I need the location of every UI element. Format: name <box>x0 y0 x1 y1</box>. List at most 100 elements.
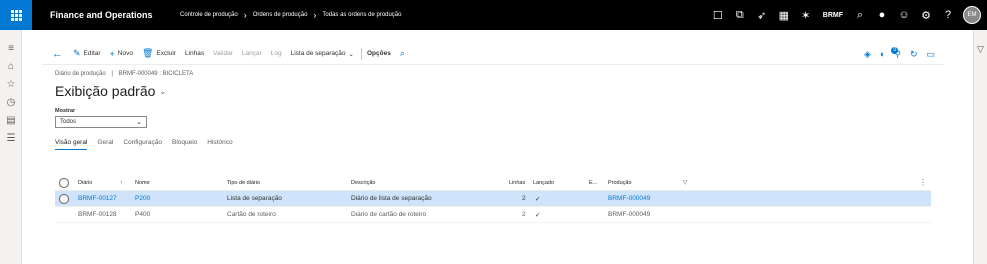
column-header-production[interactable]: Produção <box>608 180 632 186</box>
diamond-icon[interactable]: ◈ <box>864 49 871 60</box>
tab-overview[interactable]: Visão geral <box>55 139 88 150</box>
picking-list-menu[interactable]: Lista de separação ⌄ <box>291 50 354 58</box>
plus-icon: + <box>109 48 115 59</box>
right-filter-panel: ▽ <box>973 30 987 264</box>
cell-posted-check: ✓ <box>535 211 541 219</box>
main-content: Diário de produção | BRMF-000049 : BICIC… <box>55 71 935 150</box>
waffle-icon <box>10 9 22 21</box>
attachments-icon[interactable]: 0 ⚲ <box>891 46 901 60</box>
star-icon[interactable]: ☆ <box>0 75 22 93</box>
chevron-right-icon: › <box>313 10 317 20</box>
help-icon[interactable]: ? <box>937 0 959 30</box>
cell-production[interactable]: BRMF-000049 <box>608 195 650 202</box>
cell-description: Diário de lista de separação <box>351 195 432 202</box>
left-navigation: ≡ ⌂ ☆ ◷ ▤ ☰ <box>0 30 22 264</box>
tab-history[interactable]: Histórico <box>207 139 232 150</box>
cell-posted-check: ✓ <box>535 195 541 203</box>
gear-icon[interactable]: ⚙ <box>915 0 937 30</box>
office-icon[interactable]: ◐ <box>880 49 885 59</box>
options-button[interactable]: Opções <box>367 50 391 57</box>
show-filter-select[interactable]: Todos ⌄ <box>55 116 147 128</box>
chevron-right-icon: › <box>243 10 247 20</box>
column-header-type[interactable]: Tipo de diário <box>227 180 260 186</box>
screen-share-icon[interactable]: ⧉ <box>729 0 751 30</box>
log-button[interactable]: Log <box>271 50 282 57</box>
chevron-down-icon: ⌄ <box>136 119 142 126</box>
tab-list: Visão geral Geral Configuração Bloqueio … <box>55 139 935 150</box>
filter-icon[interactable]: ▽ <box>977 44 984 264</box>
rocket-icon[interactable]: ➶ <box>751 0 773 30</box>
modules-list-icon[interactable]: ☰ <box>0 129 22 147</box>
workspace-icon[interactable]: ▤ <box>0 111 22 129</box>
row-select-radio[interactable] <box>59 193 69 204</box>
pencil-icon: ✎ <box>73 48 81 58</box>
tab-general[interactable]: Geral <box>97 139 113 150</box>
delete-button[interactable]: 🗑 Excluir <box>142 48 176 59</box>
search-icon: ⌕ <box>399 48 405 58</box>
edit-button[interactable]: ✎ Editar <box>73 48 101 59</box>
more-options-icon[interactable]: ⋮ <box>919 178 927 187</box>
cell-description: Diário de cartão de roteiro <box>351 211 427 218</box>
square-icon[interactable]: ☐ <box>707 0 729 30</box>
column-filter-icon[interactable]: ▽ <box>683 180 687 186</box>
cell-lines: 2 <box>522 211 526 218</box>
column-header-posted[interactable]: Lançado <box>533 180 554 186</box>
top-bar-icons: ☐ ⧉ ➶ ▦ ✶ BRMF ⌕ ● ☺ ⚙ ? EM <box>707 0 987 30</box>
grid-header: Diário ↑ Nome Tipo de diário Descrição L… <box>55 175 931 191</box>
chevron-down-icon: ⌄ <box>159 86 167 96</box>
page-title: Exibição padrão <box>55 83 156 99</box>
cell-journal[interactable]: BRMF-00127 <box>78 195 117 202</box>
caption: Diário de produção | BRMF-000049 : BICIC… <box>55 71 194 77</box>
breadcrumb-item[interactable]: Controle de produção <box>180 12 238 18</box>
column-header-journal[interactable]: Diário <box>78 180 92 186</box>
company-picker[interactable]: BRMF <box>823 12 843 19</box>
table-row[interactable]: BRMF-00128 P400 Cartão de roteiro Diário… <box>55 207 931 223</box>
new-button[interactable]: + Novo <box>110 49 133 59</box>
view-selector[interactable]: Exibição padrão ⌄ <box>55 83 935 99</box>
action-pane-right-icons: ◈ ◐ 0 ⚲ ↻ ▭ <box>855 43 935 65</box>
chevron-down-icon: ⌄ <box>348 50 354 58</box>
notifications-icon[interactable]: ● <box>871 0 893 30</box>
breadcrumb-item[interactable]: Ordens de produção <box>253 12 308 18</box>
search-button[interactable]: ⌕ <box>400 48 408 59</box>
magic-wand-icon[interactable]: ✶ <box>795 0 817 30</box>
app-launcher-button[interactable] <box>0 0 32 30</box>
app-title[interactable]: Finance and Operations <box>50 10 180 20</box>
smiley-icon[interactable]: ☺ <box>893 0 915 30</box>
column-header-name[interactable]: Nome <box>135 180 150 186</box>
cell-journal[interactable]: BRMF-00128 <box>78 211 117 218</box>
breadcrumb-item[interactable]: Todas as ordens de produção <box>322 12 401 18</box>
lines-button[interactable]: Linhas <box>185 50 204 57</box>
show-filter-label: Mostrar <box>55 108 76 114</box>
divider <box>360 47 362 60</box>
select-all-radio[interactable] <box>59 177 69 188</box>
trash-icon: 🗑 <box>141 48 154 58</box>
validate-button[interactable]: Validar <box>213 50 233 57</box>
tab-setup[interactable]: Configuração <box>123 139 162 150</box>
table-row[interactable]: BRMF-00127 P200 Lista de separação Diári… <box>55 191 931 207</box>
calculator-icon[interactable]: ▦ <box>773 0 795 30</box>
back-arrow-icon[interactable]: ← <box>52 48 63 60</box>
clock-icon[interactable]: ◷ <box>0 93 22 111</box>
action-pane: ← ✎ Editar + Novo 🗑 Excluir Linhas Valid… <box>42 43 945 65</box>
cell-type: Cartão de roteiro <box>227 211 276 218</box>
post-button[interactable]: Lançar <box>242 50 262 57</box>
sort-ascending-icon[interactable]: ↑ <box>120 180 123 186</box>
column-header-lines[interactable]: Linhas <box>509 180 525 186</box>
column-header-e[interactable]: E... <box>589 180 597 186</box>
hamburger-icon[interactable]: ≡ <box>0 39 22 57</box>
home-icon[interactable]: ⌂ <box>0 57 22 75</box>
tab-blocking[interactable]: Bloqueio <box>172 139 197 150</box>
open-new-window-icon[interactable]: ▭ <box>926 49 935 60</box>
cell-name: P400 <box>135 211 151 218</box>
avatar[interactable]: EM <box>963 6 981 24</box>
cell-name: P200 <box>135 195 151 202</box>
journals-grid: Diário ↑ Nome Tipo de diário Descrição L… <box>55 175 931 223</box>
breadcrumb: Controle de produção › Ordens de produçã… <box>180 10 401 20</box>
column-header-description[interactable]: Descrição <box>351 180 375 186</box>
refresh-icon[interactable]: ↻ <box>910 49 918 60</box>
cell-type: Lista de separação <box>227 195 282 202</box>
search-icon[interactable]: ⌕ <box>849 0 871 30</box>
top-navigation-bar: Finance and Operations Controle de produ… <box>0 0 987 30</box>
cell-production[interactable]: BRMF-000049 <box>608 211 650 218</box>
